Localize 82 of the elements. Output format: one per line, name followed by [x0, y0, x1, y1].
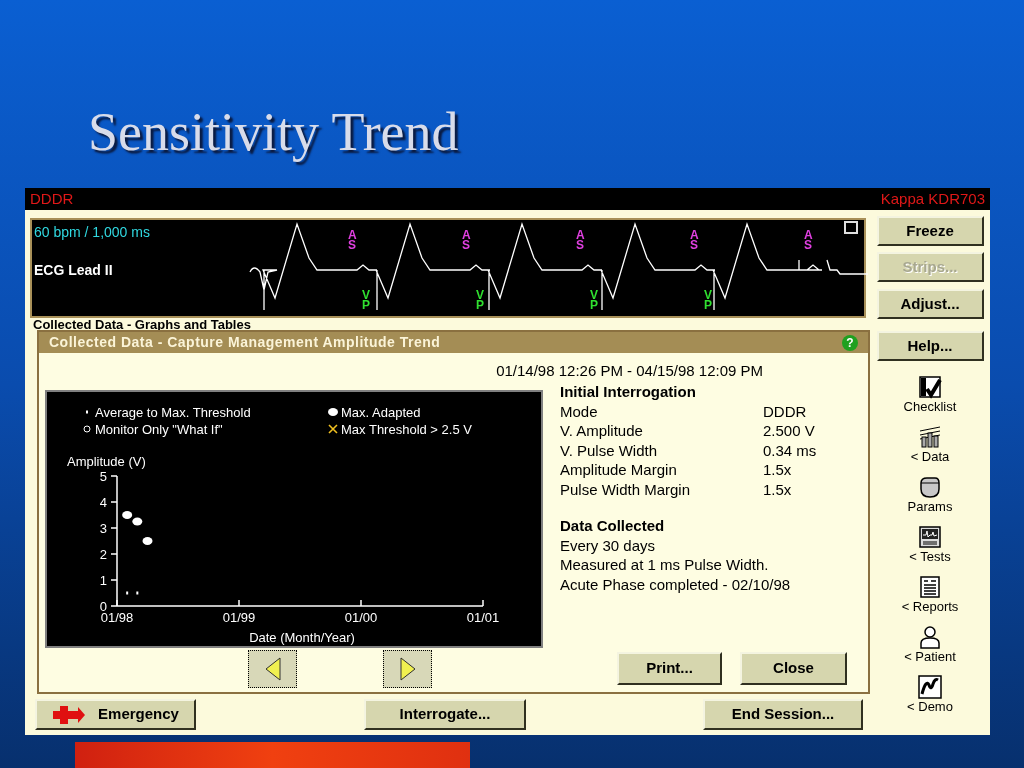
- y-tick-label: 5: [99, 469, 107, 484]
- legend-label: Max Threshold > 2.5 V: [341, 422, 472, 437]
- setting-label: Mode: [560, 401, 599, 421]
- person-icon: [918, 625, 942, 649]
- ventricular-marker: VP: [476, 290, 483, 310]
- data-point: [136, 591, 139, 595]
- side-button[interactable]: Help...: [876, 331, 984, 361]
- nav-label[interactable]: < Reports: [901, 599, 959, 615]
- nav-label[interactable]: < Patient: [904, 649, 956, 665]
- report-icon: [918, 575, 942, 599]
- legend-marker: [328, 424, 338, 434]
- device-icon: [918, 475, 942, 499]
- section-heading: Initial Interrogation: [560, 382, 696, 402]
- x-tick-label: 01/01: [466, 610, 500, 625]
- setting-value: 1.5x: [763, 460, 792, 480]
- monitor-icon: [918, 525, 942, 549]
- print-button[interactable]: Print...: [617, 652, 722, 685]
- y-tick-label: 2: [99, 547, 107, 562]
- dialog-title: Collected Data - Capture Management Amplitude Trend: [49, 333, 441, 352]
- legend-label: Monitor Only "What If": [95, 422, 223, 437]
- expand-box-icon: [844, 221, 858, 234]
- previous-button[interactable]: [248, 650, 297, 688]
- data-point: [132, 517, 143, 526]
- nav-label[interactable]: < Tests: [909, 549, 951, 565]
- info-line: Acute Phase completed - 02/10/98: [560, 574, 791, 594]
- atrial-marker: AS: [348, 230, 355, 250]
- bar-chart-icon: [918, 425, 942, 449]
- legend-label: Average to Max. Threshold: [95, 405, 251, 420]
- x-tick-label: 01/99: [222, 610, 256, 625]
- right-triangle-icon: [399, 657, 416, 681]
- y-tick-label: 4: [99, 495, 107, 510]
- y-tick-label: 1: [99, 573, 107, 588]
- info-line: Measured at 1 ms Pulse Width.: [560, 555, 769, 575]
- nav-label[interactable]: Params: [907, 499, 953, 515]
- ventricular-marker: VP: [362, 290, 369, 310]
- checklist-icon: [918, 375, 942, 399]
- legend-label: Max. Adapted: [341, 405, 421, 420]
- atrial-marker: AS: [804, 230, 811, 250]
- section-heading: Data Collected: [560, 516, 665, 536]
- background-tab-label: Collected Data - Graphs and Tables: [33, 318, 251, 332]
- pacing-mode: DDDR: [30, 188, 74, 209]
- atrial-marker: AS: [690, 230, 697, 250]
- x-axis-label: Date (Month/Year): [249, 630, 355, 645]
- next-button[interactable]: [383, 650, 432, 688]
- action-button[interactable]: End Session...: [703, 699, 863, 730]
- action-button[interactable]: Interrogate...: [364, 699, 526, 730]
- info-line: Every 30 days: [560, 535, 656, 555]
- nav-label[interactable]: < Data: [910, 449, 950, 465]
- date-range: 01/14/98 12:26 PM - 04/15/98 12:09 PM: [496, 360, 763, 381]
- y-axis-label: Amplitude (V): [67, 454, 146, 469]
- ventricular-marker: VP: [704, 290, 711, 310]
- left-triangle-icon: [264, 657, 281, 681]
- nav-label[interactable]: < Demo: [907, 699, 953, 715]
- ecg-lead-label: ECG Lead II: [34, 261, 113, 280]
- close-button[interactable]: Close: [740, 652, 847, 685]
- y-tick-label: 3: [99, 521, 107, 536]
- cross-icon: [52, 704, 87, 725]
- atrial-marker: AS: [462, 230, 469, 250]
- setting-value: DDDR: [763, 401, 807, 421]
- waveform-icon: [918, 675, 942, 699]
- nav-label[interactable]: Checklist: [903, 399, 957, 415]
- legend-marker: [328, 408, 338, 416]
- atrial-marker: AS: [576, 230, 583, 250]
- emergency-button[interactable]: Emergency: [35, 699, 196, 730]
- x-tick-label: 01/00: [344, 610, 378, 625]
- setting-label: V. Pulse Width: [560, 440, 658, 460]
- legend-marker: [83, 425, 91, 433]
- setting-value: 0.34 ms: [763, 440, 817, 460]
- setting-label: Amplitude Margin: [560, 460, 678, 480]
- slide-title: Sensitivity Trend: [88, 101, 459, 164]
- setting-value: 2.500 V: [763, 421, 815, 441]
- data-point: [126, 591, 129, 595]
- heart-rate: 60 bpm / 1,000 ms: [34, 223, 150, 242]
- setting-label: V. Amplitude: [560, 421, 644, 441]
- setting-value: 1.5x: [763, 479, 792, 499]
- ventricular-marker: VP: [590, 290, 597, 310]
- legend-marker: [86, 410, 88, 414]
- device-model: Kappa KDR703: [880, 188, 985, 209]
- side-button[interactable]: Freeze: [876, 216, 984, 246]
- data-point: [142, 537, 153, 545]
- setting-label: Pulse Width Margin: [560, 479, 692, 499]
- side-button[interactable]: Adjust...: [876, 289, 984, 319]
